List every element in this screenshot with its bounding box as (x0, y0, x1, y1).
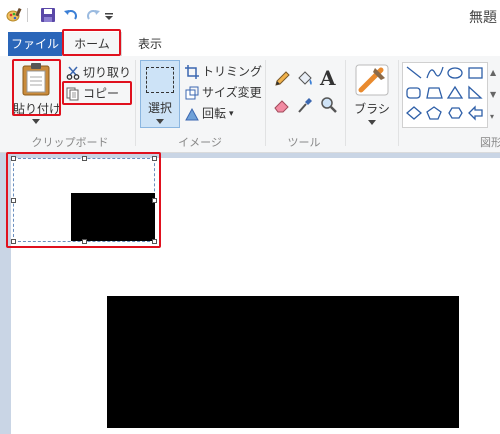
resize-label: サイズ変更 (202, 85, 262, 100)
select-rectangle-icon (146, 67, 174, 93)
paste-button[interactable]: 貼り付け (12, 60, 61, 126)
clipboard-group-label: クリップボード (31, 136, 109, 149)
paste-label: 貼り付け (12, 102, 61, 116)
dropdown-arrow-icon[interactable] (368, 120, 376, 125)
group-separator (398, 60, 399, 146)
customize-quick-access-icon[interactable] (104, 7, 114, 23)
tab-view[interactable]: 表示 (128, 32, 172, 56)
brush-icon (355, 64, 389, 96)
save-icon[interactable] (40, 7, 56, 23)
group-separator (265, 60, 266, 146)
scroll-down-icon[interactable]: ▼ (490, 90, 496, 99)
resize-icon (185, 86, 199, 99)
scroll-up-icon[interactable]: ▲ (490, 68, 496, 77)
redo-icon[interactable] (85, 7, 101, 23)
title-bar: 無題 (0, 0, 500, 32)
select-button[interactable]: 選択 (140, 60, 180, 128)
resize-handle[interactable] (152, 239, 157, 244)
resize-handle[interactable] (152, 198, 157, 203)
brushes-label: ブラシ (354, 102, 390, 116)
copy-label: コピー (83, 86, 120, 101)
clipboard-icon (22, 63, 50, 96)
image-group-label: イメージ (178, 136, 222, 149)
resize-handle[interactable] (11, 156, 16, 161)
shapes-group-label: 図形 (480, 136, 500, 149)
fill-bucket-icon[interactable] (296, 70, 314, 88)
dropdown-arrow-icon[interactable] (32, 119, 40, 124)
undo-icon[interactable] (63, 7, 79, 23)
shapes-icons (406, 66, 483, 121)
window-title: 無題 (469, 10, 497, 26)
resize-handle[interactable] (152, 156, 157, 161)
black-rectangle[interactable] (107, 296, 459, 428)
text-tool-icon[interactable]: A (320, 66, 338, 90)
copy-icon (66, 87, 79, 100)
tab-home[interactable]: ホーム (62, 32, 122, 56)
crop-label: トリミング (202, 64, 263, 79)
resize-handle[interactable] (11, 239, 16, 244)
ribbon: 貼り付け 切り取り コピー クリップボード 選択 トリミング サイズ変更 回転 ▾ (0, 56, 500, 153)
rotate-button[interactable]: 回転 ▾ (185, 103, 234, 123)
select-label: 選択 (147, 101, 172, 115)
expand-gallery-icon[interactable]: ▾ (490, 112, 494, 121)
group-separator (135, 60, 136, 146)
pencil-icon[interactable] (273, 70, 291, 88)
dropdown-arrow-icon[interactable] (156, 119, 164, 124)
color-picker-icon[interactable] (296, 96, 314, 114)
group-separator (345, 60, 346, 146)
divider (27, 8, 28, 22)
tools-group-label: ツール (287, 136, 321, 149)
eraser-icon[interactable] (273, 96, 291, 114)
tab-file[interactable]: ファイル (8, 32, 62, 56)
shapes-gallery[interactable] (402, 62, 488, 128)
resize-handle[interactable] (82, 156, 87, 161)
rotate-label: 回転 (202, 106, 227, 121)
rotate-icon (185, 107, 199, 120)
copy-button[interactable]: コピー (66, 83, 119, 103)
resize-handle[interactable] (11, 198, 16, 203)
resize-handle[interactable] (82, 239, 87, 244)
scissors-icon (66, 66, 80, 80)
brushes-button[interactable]: ブラシ (350, 60, 394, 128)
shapes-scrollbar[interactable]: ▲ ▼ ▾ (488, 62, 500, 128)
paint-app-icon[interactable] (6, 7, 22, 23)
cut-button[interactable]: 切り取り (66, 62, 131, 82)
magnifier-icon[interactable] (320, 96, 338, 114)
pasted-black-rectangle[interactable] (71, 193, 155, 241)
dropdown-arrow-icon[interactable]: ▾ (229, 109, 234, 119)
cut-label: 切り取り (83, 65, 132, 80)
crop-icon (185, 64, 199, 79)
resize-button[interactable]: サイズ変更 (185, 82, 262, 102)
crop-button[interactable]: トリミング (185, 61, 262, 81)
ribbon-tabs: ファイル ホーム 表示 (0, 32, 500, 57)
